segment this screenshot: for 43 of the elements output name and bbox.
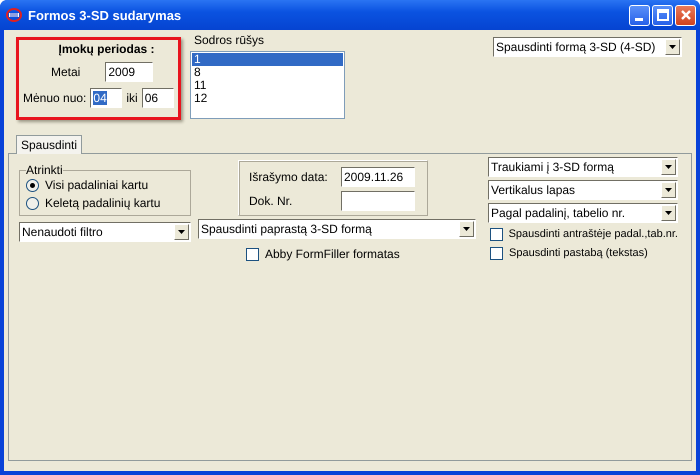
close-icon: [680, 9, 692, 21]
year-label: Metai: [51, 65, 80, 79]
year-field[interactable]: 2009: [105, 62, 154, 82]
doc-number-label: Dok. Nr.: [249, 194, 294, 208]
list-item[interactable]: 11: [192, 79, 343, 92]
checkbox[interactable]: [246, 248, 259, 260]
maximize-button[interactable]: [652, 4, 673, 26]
radio-button[interactable]: [26, 196, 39, 210]
fund-type-list[interactable]: 1 8 11 12: [190, 51, 345, 119]
radio-label: Visi padaliniai kartu: [45, 178, 148, 192]
window-title: Formos 3-SD sudarymas: [28, 8, 182, 22]
list-item[interactable]: 1: [192, 53, 343, 66]
doc-number-field[interactable]: [341, 191, 415, 211]
print-form-dropdown[interactable]: Spausdinti formą 3-SD (4-SD): [493, 37, 682, 57]
month-to-field[interactable]: 06: [142, 88, 174, 108]
checkbox[interactable]: [490, 246, 503, 260]
checkbox[interactable]: [490, 228, 503, 240]
radio-label: Keletą padalinių kartu: [45, 196, 160, 210]
month-from-field[interactable]: 04: [90, 88, 122, 108]
print-type-dropdown[interactable]: Spausdinti paprastą 3-SD formą: [198, 219, 476, 239]
radio-button[interactable]: [26, 178, 39, 192]
tab[interactable]: Spausdinti: [16, 135, 82, 154]
close-button[interactable]: [675, 4, 696, 26]
month-from-label: Mėnuo nuo:: [23, 91, 86, 105]
option-dropdown[interactable]: Pagal padalinį, tabelio nr.: [488, 203, 678, 223]
month-to-label: iki: [126, 91, 138, 105]
period-title: Įmokų periodas :: [58, 42, 155, 56]
list-item[interactable]: 12: [192, 92, 343, 105]
option-dropdown[interactable]: Traukiami į 3-SD formą: [488, 157, 678, 177]
list-item[interactable]: 8: [192, 66, 343, 79]
checkbox-label: Spausdinti antraštėje padal.,tab.nr.: [508, 228, 678, 240]
minimize-button[interactable]: [629, 4, 650, 26]
group-title: Atrinkti: [26, 164, 63, 176]
option-dropdown[interactable]: Vertikalus lapas: [488, 180, 678, 200]
date-field[interactable]: 2009.11.26: [341, 167, 415, 187]
checkbox-label: Abby FormFiller formatas: [265, 247, 400, 261]
app-icon: [6, 8, 22, 22]
minimize-icon: [635, 18, 644, 20]
list-label: Sodros rūšys: [194, 33, 266, 47]
checkbox-label: Spausdinti pastabą (tekstas): [509, 247, 648, 259]
filter-dropdown[interactable]: Nenaudoti filtro: [19, 222, 191, 242]
date-label: Išrašymo data:: [249, 170, 329, 184]
maximize-icon: [656, 9, 668, 21]
